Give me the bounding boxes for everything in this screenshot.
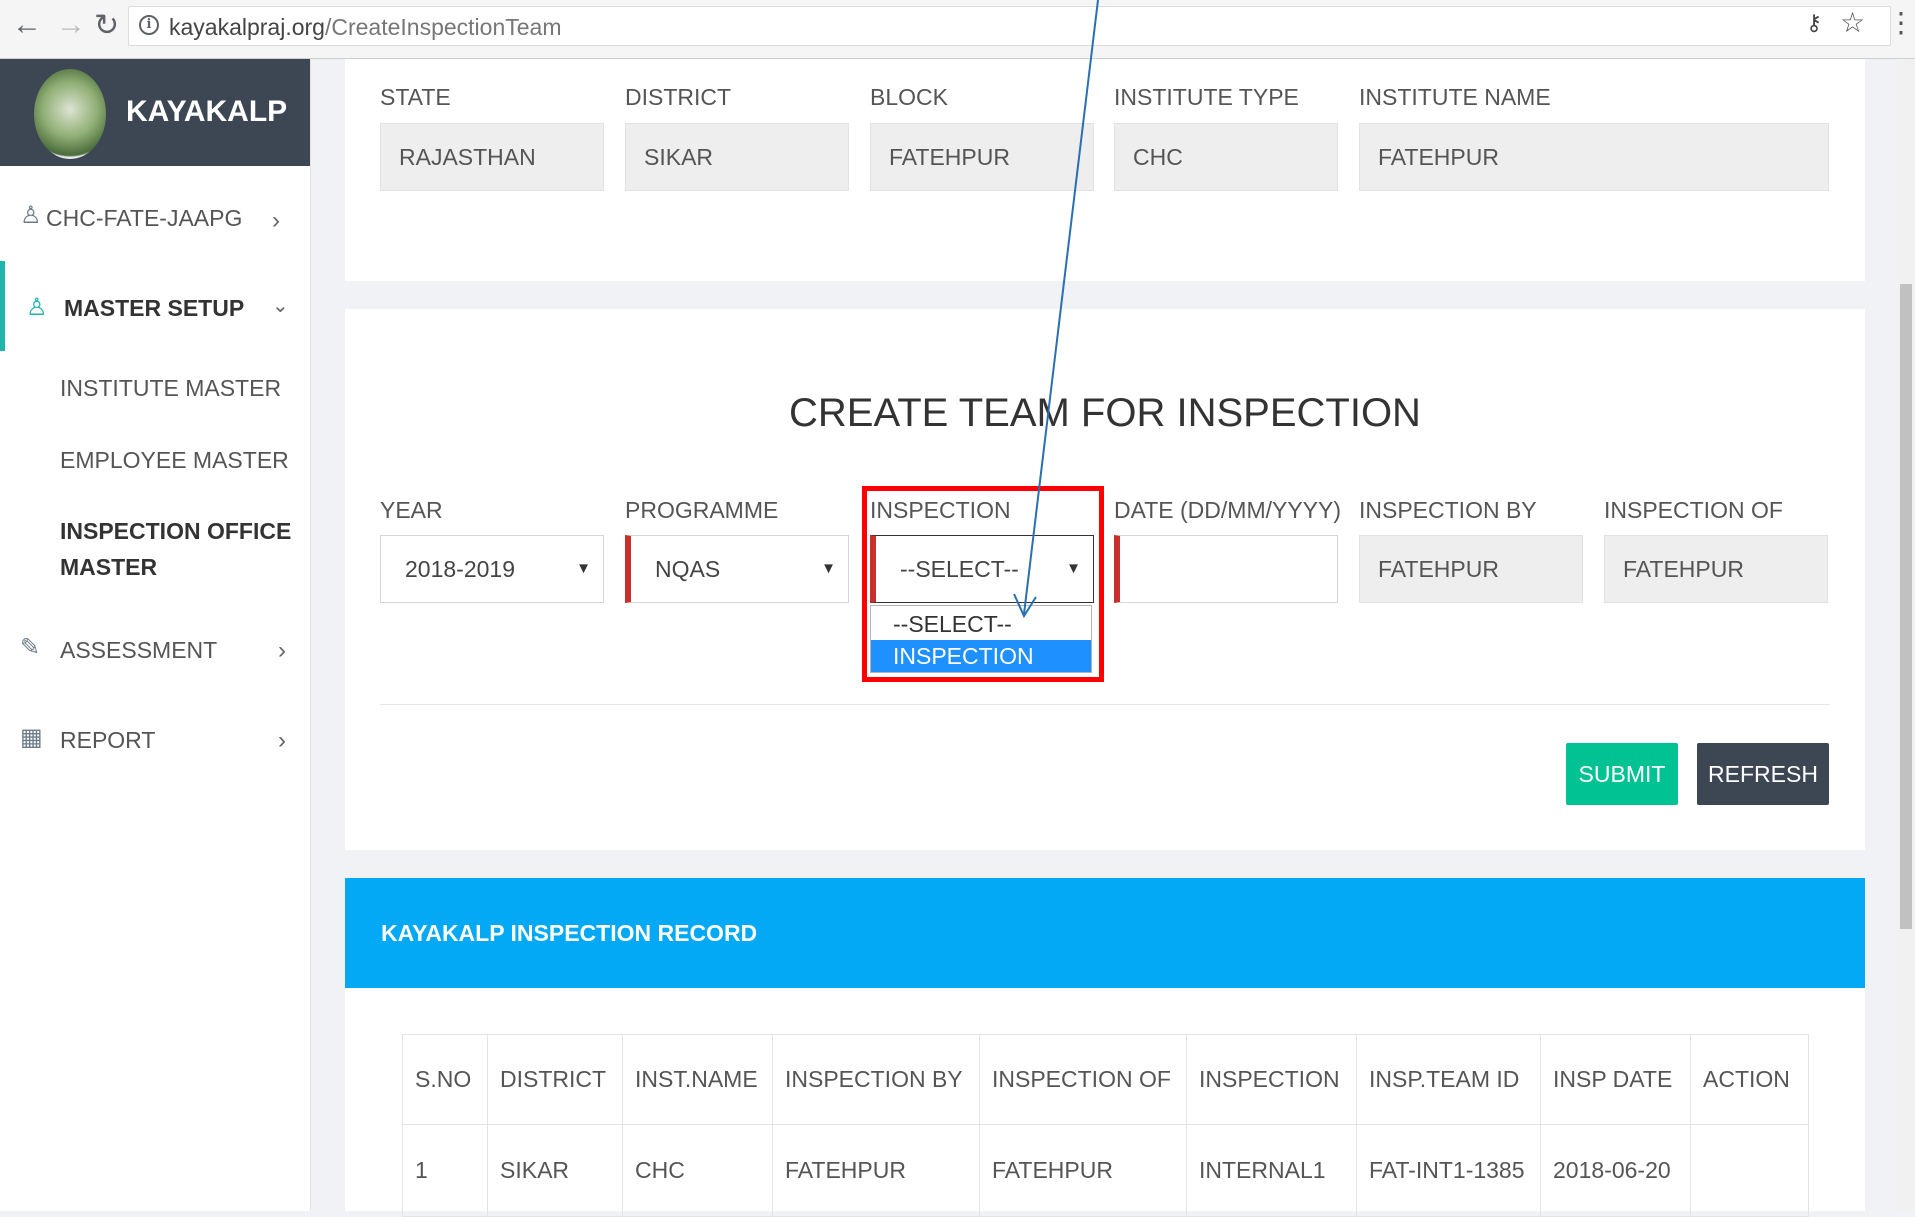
arrow-line <box>1023 0 1099 615</box>
annotation-arrow <box>1013 0 1099 619</box>
